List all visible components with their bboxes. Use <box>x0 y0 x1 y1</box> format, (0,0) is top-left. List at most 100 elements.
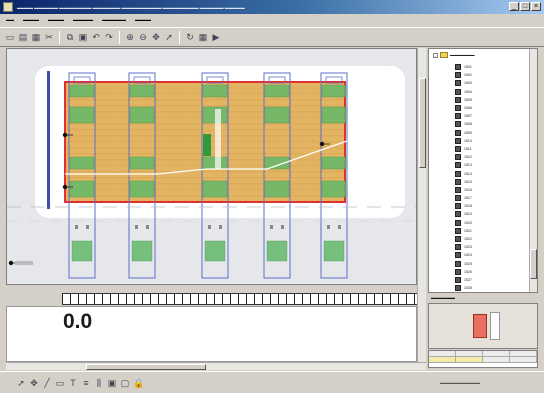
play-icon[interactable]: ▶ <box>211 32 221 42</box>
tree-item[interactable]: 1515 <box>455 178 515 186</box>
green-module[interactable] <box>69 106 95 124</box>
lock-icon[interactable]: 🔒 <box>133 378 144 388</box>
pan-icon[interactable]: ✥ <box>151 32 161 42</box>
menu-item-2[interactable]: ▬▬▬▬ <box>23 17 39 22</box>
selected-object-preview[interactable] <box>473 314 487 338</box>
green-module[interactable] <box>204 240 226 262</box>
grid-icon[interactable]: ▦ <box>198 32 208 42</box>
tree-item[interactable]: 1519 <box>455 210 515 218</box>
canvas-vertical-scrollbar[interactable] <box>417 48 426 362</box>
green-module[interactable] <box>131 240 153 262</box>
timeline-ruler[interactable] <box>62 293 417 305</box>
active-module[interactable] <box>203 134 211 156</box>
pointer-icon[interactable]: ➚ <box>16 378 26 388</box>
green-module[interactable] <box>264 84 290 98</box>
paste-icon[interactable]: ▣ <box>78 32 88 42</box>
green-module[interactable] <box>266 240 288 262</box>
tree-item[interactable]: 1528 <box>455 284 515 292</box>
green-module[interactable] <box>69 156 95 170</box>
canvas-horizontal-scrollbar[interactable] <box>6 362 426 370</box>
green-module[interactable] <box>264 106 290 124</box>
rotate-icon[interactable]: ↻ <box>185 32 195 42</box>
move-icon[interactable]: ✥ <box>29 378 39 388</box>
zoom-in-icon[interactable]: ⊕ <box>125 32 135 42</box>
tree-scrollbar[interactable] <box>529 49 537 292</box>
line-icon[interactable]: ╱ <box>42 378 52 388</box>
menu-item-4[interactable]: ▬▬▬▬▬ <box>73 17 93 22</box>
green-module[interactable] <box>323 240 345 262</box>
redo-icon[interactable]: ↷ <box>104 32 114 42</box>
tree-item[interactable]: 1516 <box>455 186 515 194</box>
tree-item[interactable]: 1518 <box>455 202 515 210</box>
distribute-icon[interactable]: ⫼ <box>94 378 104 388</box>
tree-item[interactable]: 1501 <box>455 63 515 71</box>
align-icon[interactable]: ≡ <box>81 378 91 388</box>
maximize-button[interactable]: □ <box>520 2 530 11</box>
text-icon[interactable]: T <box>68 378 78 388</box>
tree-item[interactable]: 1517 <box>455 194 515 202</box>
tree-item[interactable]: 1506 <box>455 104 515 112</box>
tree-item[interactable]: 1502 <box>455 71 515 79</box>
tree-item[interactable]: 1508 <box>455 120 515 128</box>
rect-icon[interactable]: ▭ <box>55 378 65 388</box>
scroll-thumb[interactable] <box>419 78 426 168</box>
green-module[interactable] <box>129 156 155 170</box>
tree-item[interactable]: 1509 <box>455 129 515 137</box>
floor-plan-drawing[interactable] <box>7 49 417 285</box>
green-module[interactable] <box>129 84 155 98</box>
tree-item[interactable]: 1525 <box>455 260 515 268</box>
tree-item[interactable]: 1503 <box>455 79 515 87</box>
layout-canvas[interactable] <box>6 48 417 285</box>
green-module[interactable] <box>321 84 347 98</box>
tree-item[interactable]: 1510 <box>455 137 515 145</box>
menu-item-5[interactable]: ▬▬▬▬▬▬ <box>102 17 126 22</box>
undo-icon[interactable]: ↶ <box>91 32 101 42</box>
tree-item[interactable]: 1504 <box>455 88 515 96</box>
open-icon[interactable]: ▤ <box>18 32 28 42</box>
property-grid[interactable] <box>428 350 538 368</box>
green-module[interactable] <box>129 180 155 198</box>
green-module[interactable] <box>202 180 228 198</box>
new-icon[interactable]: ▭ <box>5 32 15 42</box>
tree-item[interactable]: 1527 <box>455 276 515 284</box>
tree-item[interactable]: 1505 <box>455 96 515 104</box>
green-module[interactable] <box>321 106 347 124</box>
green-module[interactable] <box>71 240 93 262</box>
tree-item[interactable]: 1514 <box>455 169 515 177</box>
scroll-thumb[interactable] <box>86 364 206 370</box>
tree-item[interactable]: 1507 <box>455 112 515 120</box>
tree-item[interactable]: 1523 <box>455 243 515 251</box>
ungroup-icon[interactable]: ▢ <box>120 378 130 388</box>
green-module[interactable] <box>69 180 95 198</box>
green-module[interactable] <box>129 106 155 124</box>
green-module[interactable] <box>69 84 95 98</box>
select-icon[interactable]: ➚ <box>164 32 174 42</box>
green-module[interactable] <box>321 156 347 170</box>
tree-item[interactable]: 1512 <box>455 153 515 161</box>
property-grid-row[interactable] <box>429 357 537 363</box>
menu-item-6[interactable]: ▬▬▬▬ <box>135 17 151 22</box>
save-icon[interactable]: ▦ <box>31 32 41 42</box>
tree-item[interactable]: 1529 <box>455 292 515 293</box>
zoom-out-icon[interactable]: ⊖ <box>138 32 148 42</box>
minimize-button[interactable]: _ <box>509 2 519 11</box>
copy-icon[interactable]: ⧉ <box>65 32 75 42</box>
tree-item[interactable]: 1526 <box>455 268 515 276</box>
group-icon[interactable]: ▣ <box>107 378 117 388</box>
tree-root[interactable]: - ▬▬▬▬▬▬▬ <box>433 52 475 58</box>
tree-item[interactable]: 1522 <box>455 235 515 243</box>
green-module[interactable] <box>202 84 228 98</box>
tree-item[interactable]: 1524 <box>455 251 515 259</box>
tree-item[interactable]: 1513 <box>455 161 515 169</box>
green-module[interactable] <box>264 180 290 198</box>
cut-icon[interactable]: ✂ <box>44 32 54 42</box>
collapse-icon[interactable]: - <box>433 52 438 58</box>
green-module[interactable] <box>321 180 347 198</box>
tree-item[interactable]: 1521 <box>455 227 515 235</box>
tree-item[interactable]: 1511 <box>455 145 515 153</box>
menu-item-1[interactable]: ▬▬ <box>6 17 14 22</box>
tree-item[interactable]: 1520 <box>455 219 515 227</box>
scroll-thumb[interactable] <box>530 249 537 279</box>
close-button[interactable]: × <box>531 2 541 11</box>
menu-item-3[interactable]: ▬▬▬▬ <box>48 17 64 22</box>
